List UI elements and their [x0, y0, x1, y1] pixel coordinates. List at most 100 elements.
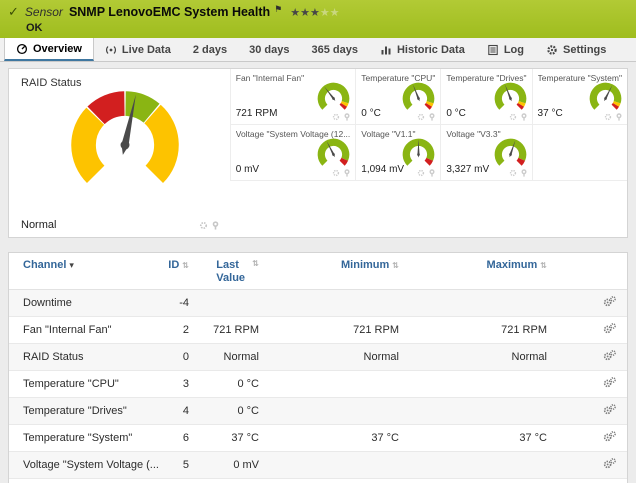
table-row: Voltage "V1.1" 7 1,094 mV 1,094 mV 1,094… — [9, 479, 627, 483]
column-header-id[interactable]: ID⇅ — [159, 253, 205, 290]
channel-minimum — [275, 371, 415, 398]
table-row: Temperature "CPU" 3 0 °C — [9, 371, 627, 398]
tab-365-days[interactable]: 365 days — [300, 38, 368, 61]
tab-label: 2 days — [193, 44, 227, 56]
channel-table: Channel▾ ID⇅ Last Value⇅ Minimum⇅ Maximu… — [9, 253, 627, 483]
channel-minimum: 37 °C — [275, 425, 415, 452]
gauge-grid: Fan "Internal Fan" 721 RPM Temperature "… — [230, 69, 627, 237]
gauge-tile-temp-drives: Temperature "Drives" 0 °C — [440, 69, 531, 125]
channel-settings-icon[interactable] — [332, 113, 340, 121]
channel-settings-icon[interactable] — [417, 169, 425, 177]
channel-name: Fan "Internal Fan" — [9, 317, 159, 344]
channel-settings-icon[interactable] — [509, 169, 517, 177]
sort-icon: ⇅ — [252, 259, 259, 268]
gear-icon — [546, 44, 558, 56]
channel-settings-icon[interactable] — [509, 113, 517, 121]
voltage-system-gauge — [317, 138, 350, 171]
channel-settings-icon[interactable] — [602, 457, 617, 470]
table-row: Fan "Internal Fan" 2 721 RPM 721 RPM 721… — [9, 317, 627, 344]
gauge-value: 0 °C — [361, 108, 381, 119]
channel-id: 6 — [159, 425, 205, 452]
tab-label: 30 days — [249, 44, 289, 56]
overview-icon — [16, 43, 28, 55]
table-row: Voltage "System Voltage (... 5 0 mV — [9, 452, 627, 479]
sensor-title: SNMP LenovoEMC System Health — [69, 5, 270, 19]
stars-filled[interactable]: ★★★ — [290, 7, 320, 19]
channel-last-value: 0 °C — [205, 398, 275, 425]
channel-settings-icon[interactable] — [602, 430, 617, 443]
priority-stars[interactable]: ★★★★★ — [290, 6, 339, 19]
channel-id: -4 — [159, 290, 205, 317]
tab-label: Settings — [563, 44, 606, 56]
tab-log[interactable]: Log — [476, 38, 535, 61]
channel-name: RAID Status — [9, 344, 159, 371]
pin-icon[interactable] — [343, 169, 351, 177]
tab-30-days[interactable]: 30 days — [238, 38, 300, 61]
temperature-drives-gauge — [494, 82, 527, 115]
channel-settings-icon[interactable] — [199, 221, 208, 230]
tab-historic-data[interactable]: Historic Data — [369, 38, 476, 61]
gauge-tile-voltage-system: Voltage "System Voltage (12... 0 mV — [230, 125, 356, 181]
pin-icon[interactable] — [520, 169, 528, 177]
channel-id: 4 — [159, 398, 205, 425]
table-row: Temperature "Drives" 4 0 °C — [9, 398, 627, 425]
channel-last-value: 721 RPM — [205, 317, 275, 344]
tab-settings[interactable]: Settings — [535, 38, 617, 61]
channel-settings-icon[interactable] — [332, 169, 340, 177]
gauge-value: 1,094 mV — [361, 164, 404, 175]
channel-name: Temperature "System" — [9, 425, 159, 452]
channel-maximum — [415, 452, 563, 479]
channel-settings-icon[interactable] — [602, 376, 617, 389]
tab-label: Historic Data — [397, 44, 465, 56]
pin-icon[interactable] — [520, 113, 528, 121]
fan-gauge — [317, 82, 350, 115]
channel-maximum: 1,094 mV — [415, 479, 563, 483]
table-row: Temperature "System" 6 37 °C 37 °C 37 °C — [9, 425, 627, 452]
column-header-maximum[interactable]: Maximum⇅ — [415, 253, 563, 290]
tab-live-data[interactable]: Live Data — [94, 38, 182, 61]
channel-last-value — [205, 290, 275, 317]
pin-icon[interactable] — [615, 113, 623, 121]
channel-name: Temperature "Drives" — [9, 398, 159, 425]
channel-settings-icon[interactable] — [602, 349, 617, 362]
column-header-last-value[interactable]: Last Value⇅ — [205, 253, 275, 290]
tab-2-days[interactable]: 2 days — [182, 38, 238, 61]
raid-status-gauge — [69, 89, 181, 201]
column-header-channel[interactable]: Channel▾ — [9, 253, 159, 290]
channel-name: Temperature "CPU" — [9, 371, 159, 398]
channel-maximum: 721 RPM — [415, 317, 563, 344]
pin-icon[interactable] — [343, 113, 351, 121]
stars-empty[interactable]: ★★ — [320, 7, 340, 19]
channel-settings-icon[interactable] — [604, 113, 612, 121]
channel-last-value: 1,094 mV — [205, 479, 275, 483]
log-icon — [487, 44, 499, 56]
channel-id: 3 — [159, 371, 205, 398]
temperature-cpu-gauge — [402, 82, 435, 115]
channel-minimum: Normal — [275, 344, 415, 371]
channel-settings-icon[interactable] — [602, 295, 617, 308]
tab-overview[interactable]: Overview — [4, 38, 94, 61]
overview-panel: RAID Status Normal Fan "Internal Fan" 72… — [8, 68, 628, 238]
channel-maximum — [415, 398, 563, 425]
voltage-v33-gauge — [494, 138, 527, 171]
channel-maximum — [415, 371, 563, 398]
tab-bar: Overview Live Data 2 days 30 days 365 da… — [0, 38, 636, 62]
tab-label: Overview — [33, 43, 82, 55]
gauge-value: 0 mV — [236, 164, 259, 175]
channel-settings-icon[interactable] — [602, 322, 617, 335]
gauge-tile-voltage-v33: Voltage "V3.3" 3,327 mV — [440, 125, 531, 181]
channel-settings-icon[interactable] — [602, 403, 617, 416]
column-header-minimum[interactable]: Minimum⇅ — [275, 253, 415, 290]
tab-label: 365 days — [311, 44, 357, 56]
channel-settings-icon[interactable] — [417, 113, 425, 121]
pin-icon[interactable] — [211, 221, 220, 230]
gauge-tile-temp-system: Temperature "System" 37 °C — [532, 69, 627, 125]
channel-last-value: 37 °C — [205, 425, 275, 452]
channel-id: 5 — [159, 452, 205, 479]
pin-icon[interactable] — [428, 113, 436, 121]
tab-label: Live Data — [122, 44, 171, 56]
pin-icon[interactable] — [428, 169, 436, 177]
channel-last-value: 0 °C — [205, 371, 275, 398]
historic-data-icon — [380, 44, 392, 56]
channel-last-value: Normal — [205, 344, 275, 371]
